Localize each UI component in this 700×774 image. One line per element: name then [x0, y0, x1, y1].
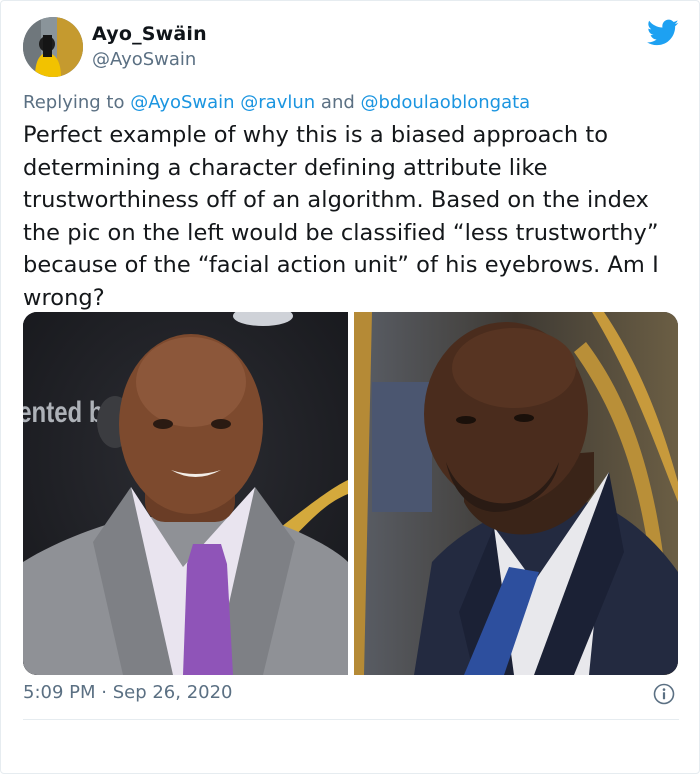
replying-to: Replying to @AyoSwain @ravlun and @bdoul…	[23, 92, 530, 113]
author-name[interactable]: Ayo_Swäin	[92, 23, 207, 45]
info-icon[interactable]	[653, 683, 675, 705]
twitter-bird-icon[interactable]	[647, 19, 679, 47]
tweet-photo-left[interactable]: ented by	[23, 312, 348, 675]
photo-grid: ented by	[23, 312, 678, 675]
tweet-text: Perfect example of why this is a biased …	[23, 122, 659, 311]
avatar[interactable]	[23, 17, 83, 77]
replying-prefix: Replying to	[23, 92, 131, 113]
mention-link[interactable]: @bdoulaoblongata	[361, 92, 531, 113]
tweet-time: 5:09 PM	[23, 682, 96, 703]
mention-link[interactable]: @ravlun	[240, 92, 315, 113]
tweet-timestamp[interactable]: 5:09 PM · Sep 26, 2020	[23, 682, 233, 703]
replying-joiner: and	[315, 92, 361, 113]
mention-link[interactable]: @AyoSwain	[130, 92, 234, 113]
tweet-card: Ayo_Swäin @AyoSwain Replying to @AyoSwai…	[0, 0, 700, 774]
author-handle[interactable]: @AyoSwain	[92, 49, 196, 70]
tweet-date: Sep 26, 2020	[112, 682, 233, 703]
divider	[23, 719, 679, 720]
tweet-photo-right[interactable]	[354, 312, 678, 675]
timestamp-separator: ·	[95, 682, 113, 703]
